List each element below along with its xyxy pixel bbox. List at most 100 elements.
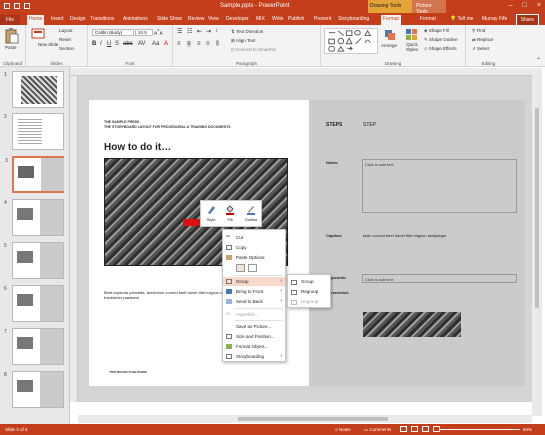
font-grow-icon[interactable]: A^A <box>154 29 163 36</box>
menu-item-bring-to-front[interactable]: Bring to Front › <box>223 287 285 296</box>
submenu-item-ungroup[interactable]: Ungroup <box>288 297 330 307</box>
slide-sorter-icon[interactable] <box>411 426 418 432</box>
quick-styles-icon[interactable] <box>405 28 418 41</box>
change-case-icon[interactable]: Aa <box>152 41 159 47</box>
submenu-item-regroup[interactable]: Regroup <box>288 287 330 297</box>
scroll-thumb[interactable] <box>238 417 388 421</box>
menu-item-hyperlink[interactable]: ∞ Hyperlink... <box>223 310 285 319</box>
reading-view-icon[interactable] <box>422 426 429 432</box>
reset-button[interactable]: Reset <box>59 37 71 42</box>
tab-developer[interactable]: Developer <box>224 15 251 25</box>
maximize-button[interactable]: □ <box>523 2 527 9</box>
slide-thumbnail[interactable]: 8 <box>4 371 64 408</box>
shape-effects-button[interactable]: ◇ Shape Effects <box>424 46 457 52</box>
quick-styles-button[interactable]: Quick Styles <box>403 42 421 52</box>
zoom-slider[interactable] <box>440 429 520 430</box>
slide-title[interactable]: How to do it… <box>104 142 171 153</box>
find-button[interactable]: ⚲ Find <box>472 28 485 34</box>
paste-button[interactable]: Paste <box>5 45 17 50</box>
paste-option-picture-icon[interactable] <box>248 264 257 272</box>
shape-outline-button[interactable]: ✎ Shape Outline <box>424 37 458 43</box>
zoom-level[interactable]: 64% <box>523 427 532 432</box>
screenshot-image[interactable] <box>363 312 461 337</box>
minimize-button[interactable]: – <box>509 2 513 9</box>
menu-item-storyboarding[interactable]: Storyboarding › <box>223 352 285 361</box>
vertical-scrollbar[interactable] <box>532 68 542 416</box>
align-center-icon[interactable]: ≡ <box>187 41 191 47</box>
paste-icon[interactable] <box>5 28 19 44</box>
replace-button[interactable]: ⇄ Replace <box>472 37 494 43</box>
undo-icon[interactable] <box>14 3 20 9</box>
tab-mix[interactable]: MIX <box>254 15 267 25</box>
normal-view-icon[interactable] <box>400 426 407 432</box>
italic-icon[interactable]: I <box>100 41 102 47</box>
redo-icon[interactable] <box>24 3 30 9</box>
paste-option-keep-format-icon[interactable] <box>236 264 245 272</box>
increase-indent-icon[interactable]: ⇥ <box>206 28 211 35</box>
menu-item-group[interactable]: Group › <box>223 277 285 286</box>
menu-item-size-position[interactable]: Size and Position... <box>223 332 285 341</box>
tab-format-drawing[interactable]: Format <box>381 15 401 25</box>
caption-value[interactable]: tavin corned beef doner filet mignon lan… <box>363 233 446 238</box>
tab-format-picture[interactable]: Format <box>418 15 438 25</box>
font-size-box[interactable]: 10.5 <box>135 29 153 36</box>
bullets-icon[interactable]: ☰ <box>177 28 182 35</box>
user-name[interactable]: Murray Fife <box>480 15 509 25</box>
shapes-gallery[interactable] <box>324 28 378 54</box>
align-text-button[interactable]: ⊞ Align Text <box>231 38 255 44</box>
layout-button[interactable]: Layout <box>59 28 73 33</box>
menu-item-save-as-picture[interactable]: Save as Picture... <box>223 322 285 331</box>
spacing-icon[interactable]: AV <box>138 41 146 47</box>
align-right-icon[interactable]: ≡ <box>197 41 201 47</box>
tab-slide-show[interactable]: Slide Show <box>155 15 184 25</box>
notes-placeholder[interactable]: Click to add text <box>362 159 517 213</box>
menu-item-copy[interactable]: Copy <box>223 243 285 252</box>
slideshow-icon[interactable] <box>433 426 440 432</box>
select-button[interactable]: ➚ Select <box>472 46 490 52</box>
text-direction-button[interactable]: ⇅ Text Direction <box>231 29 263 35</box>
menu-item-send-to-back[interactable]: Send to Back › <box>223 297 285 306</box>
font-color-icon[interactable]: A <box>164 41 168 47</box>
notes-button[interactable]: ≡ Notes <box>335 427 351 432</box>
numbering-icon[interactable]: ☷ <box>187 28 192 35</box>
tab-view[interactable]: View <box>206 15 221 25</box>
scroll-thumb[interactable] <box>535 108 539 308</box>
tab-publish[interactable]: Publish <box>286 15 306 25</box>
close-button[interactable]: × <box>537 2 541 9</box>
tab-storyboarding[interactable]: Storyboarding <box>336 15 371 25</box>
slide-thumbnail[interactable]: 2 <box>4 113 64 150</box>
menu-item-format-object[interactable]: Format Object... <box>223 342 285 351</box>
tab-present[interactable]: Present <box>312 15 333 25</box>
new-slide-button[interactable]: New Slide <box>38 42 58 47</box>
arrange-button[interactable]: Arrange <box>381 43 397 48</box>
shape-fill-button[interactable]: ◈ Shape Fill <box>424 28 449 34</box>
fill-button[interactable]: Fill <box>223 204 237 222</box>
style-button[interactable]: Style <box>204 204 218 222</box>
slide-thumbnail[interactable]: 7 <box>4 328 64 365</box>
tab-review[interactable]: Review <box>186 15 206 25</box>
justify-icon[interactable]: ≡ <box>206 41 210 47</box>
tab-animations[interactable]: Animations <box>121 15 150 25</box>
slide-thumbnail[interactable]: 4 <box>4 199 64 236</box>
tab-file[interactable]: File <box>0 15 20 25</box>
new-slide-icon[interactable] <box>31 28 45 40</box>
section-button[interactable]: Section <box>59 46 74 51</box>
tab-write[interactable]: Write <box>270 15 286 25</box>
save-icon[interactable] <box>4 3 10 9</box>
bold-icon[interactable]: B <box>92 41 96 47</box>
slide-thumbnail-selected[interactable]: 3 <box>5 156 64 193</box>
shadow-icon[interactable]: S <box>115 41 119 47</box>
submenu-item-group[interactable]: Group <box>288 277 330 287</box>
slide-thumbnail[interactable]: 1 <box>4 71 64 108</box>
horizontal-scrollbar[interactable] <box>78 415 532 423</box>
font-name-box[interactable]: Calibri (Body) <box>92 29 134 36</box>
outline-button[interactable]: Outline <box>244 204 258 222</box>
decrease-indent-icon[interactable]: ⇤ <box>197 28 202 35</box>
line-spacing-icon[interactable]: ↕ <box>215 28 218 34</box>
columns-icon[interactable]: ⫼ <box>216 41 219 48</box>
menu-item-cut[interactable]: ✂ Cut <box>223 233 285 242</box>
slide-thumbnail[interactable]: 5 <box>4 242 64 279</box>
tab-home[interactable]: Home <box>27 15 45 25</box>
tell-me-box[interactable]: 💡 Tell me <box>448 15 475 25</box>
align-left-icon[interactable]: ≡ <box>177 41 181 47</box>
